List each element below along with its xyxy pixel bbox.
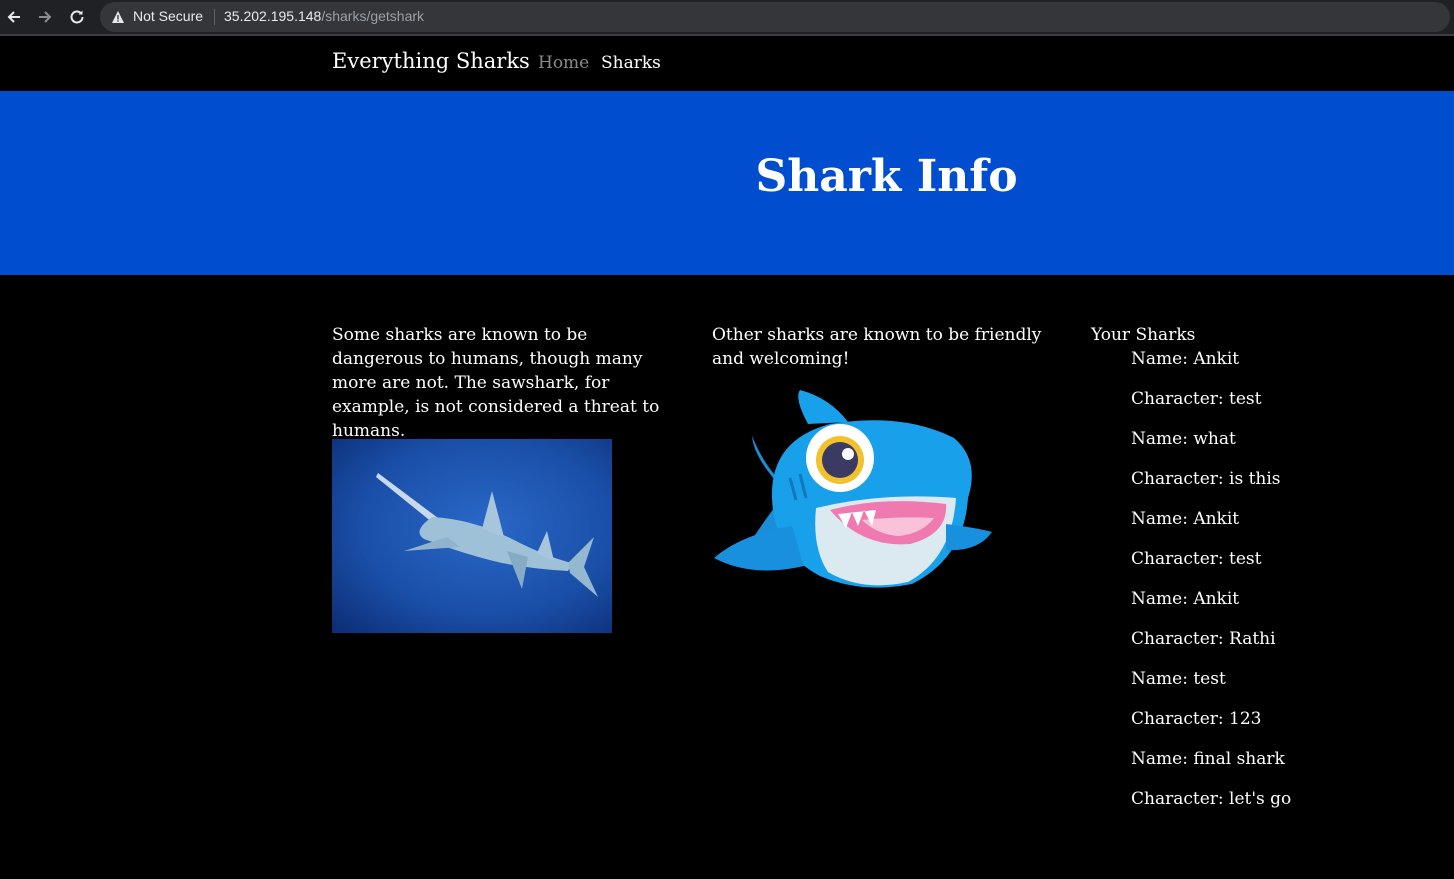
back-arrow-icon[interactable] — [3, 6, 25, 28]
shark-list: Name: Ankit Character: test Name: what C… — [1131, 347, 1421, 827]
warning-icon — [112, 11, 124, 23]
left-paragraph: Some sharks are known to be dangerous to… — [332, 325, 660, 441]
list-item: Character: let's go — [1131, 789, 1292, 809]
url-host: 35.202.195.148 — [224, 8, 322, 24]
list-item: Name: Ankit — [1131, 509, 1240, 529]
list-item: Name: Ankit — [1131, 589, 1240, 609]
address-bar[interactable]: Not Secure 35.202.195.148/sharks/getshar… — [100, 2, 1450, 32]
list-item: Name: what — [1131, 429, 1236, 449]
right-column: Your Sharks Name: Ankit Character: test … — [1091, 323, 1421, 827]
list-item: Name: Ankit — [1131, 349, 1240, 369]
security-label[interactable]: Not Secure — [133, 8, 203, 24]
page-title: Shark Info — [755, 151, 1018, 202]
list-item: Character: Rathi — [1131, 629, 1276, 649]
forward-arrow-icon[interactable] — [34, 6, 56, 28]
middle-column: Other sharks are known to be friendly an… — [712, 323, 1062, 371]
list-item: Name: test — [1131, 669, 1226, 689]
browser-toolbar: Not Secure 35.202.195.148/sharks/getshar… — [0, 0, 1454, 34]
reload-icon[interactable] — [66, 6, 88, 28]
list-item: Character: 123 — [1131, 709, 1262, 729]
list-item: Character: is this — [1131, 469, 1281, 489]
list-item: Name: final shark — [1131, 749, 1285, 769]
hero-banner: Shark Info — [0, 91, 1454, 275]
nav-sharks-link[interactable]: Sharks — [601, 53, 661, 73]
cartoon-shark-image — [714, 390, 992, 588]
middle-paragraph: Other sharks are known to be friendly an… — [712, 325, 1042, 369]
nav-home-link[interactable]: Home — [538, 53, 589, 73]
your-sharks-heading: Your Sharks — [1091, 325, 1196, 345]
url-text[interactable]: 35.202.195.148/sharks/getshark — [224, 8, 424, 24]
url-path: /sharks/getshark — [321, 8, 425, 24]
navbar: Everything Sharks Home Sharks — [0, 36, 1454, 91]
list-item: Character: test — [1131, 389, 1262, 409]
left-column: Some sharks are known to be dangerous to… — [332, 323, 682, 443]
brand-link[interactable]: Everything Sharks — [332, 49, 530, 73]
sawshark-image — [332, 439, 612, 633]
list-item: Character: test — [1131, 549, 1262, 569]
omnibox-separator — [214, 9, 215, 25]
